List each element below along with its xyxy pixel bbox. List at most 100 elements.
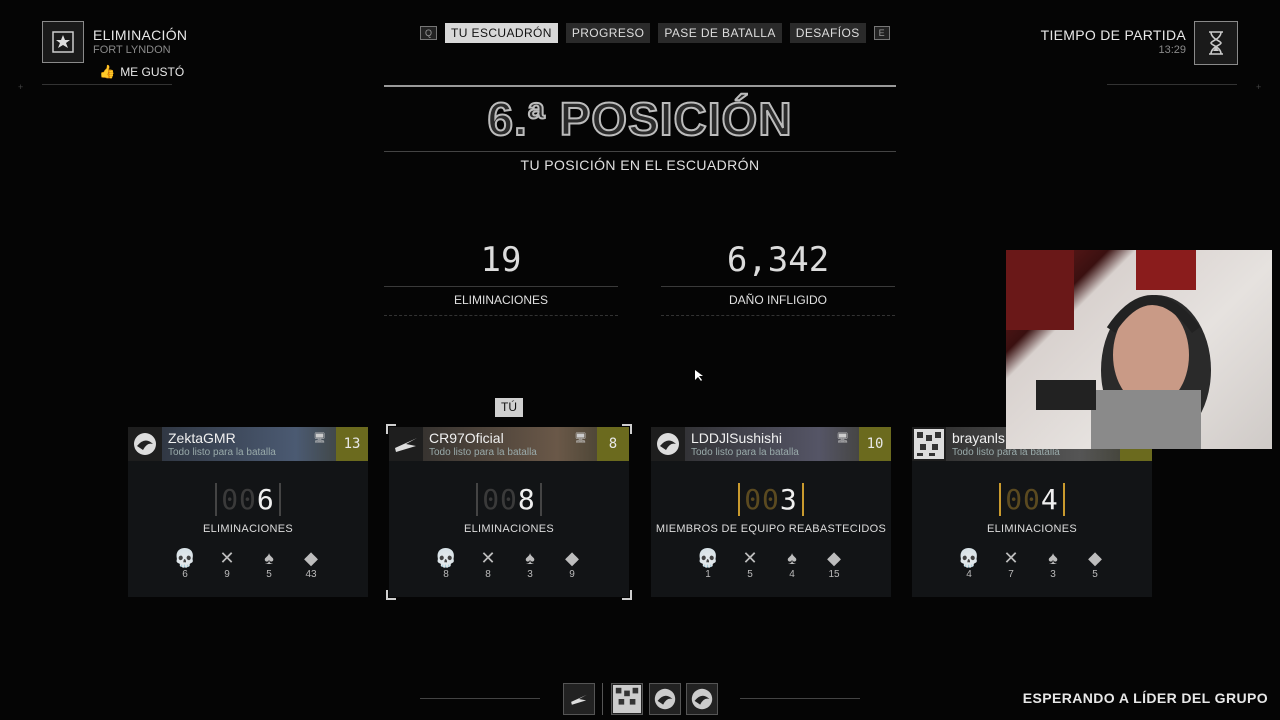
player-card-self[interactable]: CR97Oficial Todo listo para la batalla 🖥… [386,424,632,600]
mini-stat-value: 5 [1092,569,1098,580]
mini-stat-value: 7 [1008,569,1014,580]
player-status: Todo listo para la batalla [168,447,276,458]
mini-stat-value: 5 [747,569,753,580]
player-card[interactable]: brayanls Todo listo para la batalla 004 … [912,427,1152,597]
corner-mark: + [1256,82,1262,92]
resupply-icon: ♠ [264,548,274,568]
hourglass-icon [1194,21,1238,65]
pc-platform-icon: 🖥 [574,433,587,444]
mini-stat-value: 8 [443,569,449,580]
like-label: ME GUSTÓ [120,65,185,79]
cross-icon: ✕ [742,548,758,568]
objective-icon: ◆ [304,548,318,568]
match-time-value: 13:29 [1158,44,1186,56]
mouse-cursor [695,369,703,387]
skull-icon: 💀 [173,548,197,568]
mini-stat-value: 4 [789,569,795,580]
tab-tu-escuadron[interactable]: TU ESCUADRÓN [445,23,558,43]
mini-stat-value: 9 [569,569,575,580]
mini-stat-value: 43 [305,569,317,580]
player-name: ZektaGMR [168,430,236,446]
divider [42,84,172,85]
squad-emblem-icon [611,683,643,715]
objective-icon: ◆ [1088,548,1102,568]
mini-stat-value: 3 [1050,569,1056,580]
score-counter: 006 [215,483,281,516]
player-name: brayanls [952,430,1005,446]
mini-stat-value: 5 [266,569,272,580]
squad-emblem-icon [563,683,595,715]
divider [740,698,860,699]
resupply-icon: ♠ [787,548,797,568]
stat-damage: 6,342 DAÑO INFLIGIDO [661,240,895,316]
player-card[interactable]: ZektaGMR Todo listo para la batalla 🖥 13… [128,427,368,597]
key-hint-e: E [873,26,890,40]
stat-label: ELIMINACIONES [384,287,618,316]
placement-banner: 6.ª POSICIÓN [384,85,896,152]
stat-eliminations: 19 ELIMINACIONES [384,240,618,316]
selection-corner [622,590,632,600]
match-time-label: TIEMPO DE PARTIDA [1040,27,1186,43]
score-value: 3 [779,483,798,516]
squad-emblem-icon [686,683,718,715]
squad-emblem-icon [649,683,681,715]
waiting-status: ESPERANDO A LÍDER DEL GRUPO [1022,690,1268,706]
map-name: FORT LYNDON [93,44,171,56]
corner-mark: + [18,82,24,92]
stat-value: 19 [384,240,618,287]
placement-title: 6.ª POSICIÓN [486,92,793,146]
like-button[interactable]: 👍 ME GUSTÓ [99,64,184,80]
mini-stat-value: 15 [828,569,840,580]
resupply-icon: ♠ [1048,548,1058,568]
mini-stat-value: 3 [527,569,533,580]
score-padding: 00 [744,483,780,516]
thumbs-up-icon: 👍 [99,64,116,79]
selection-corner [386,590,396,600]
tab-progreso[interactable]: PROGRESO [565,23,651,43]
skull-icon: 💀 [696,548,720,568]
skull-icon: 💀 [957,548,981,568]
divider [602,683,603,715]
score-value: 8 [517,483,536,516]
score-label: ELIMINACIONES [202,523,294,535]
divider [420,698,540,699]
pc-platform-icon: 🖥 [313,433,326,444]
score-value: 4 [1040,483,1059,516]
player-status: Todo listo para la batalla [691,447,799,458]
selection-corner [386,424,396,434]
mini-stat-value: 8 [485,569,491,580]
webcam-overlay [1006,250,1272,449]
tab-bar: Q TU ESCUADRÓN PROGRESO PASE DE BATALLA … [420,23,890,43]
cross-icon: ✕ [480,548,496,568]
you-tag: TÚ [495,398,523,417]
tab-desafios[interactable]: DESAFÍOS [789,23,866,43]
cross-icon: ✕ [1003,548,1019,568]
tab-pase-de-batalla[interactable]: PASE DE BATALLA [658,23,782,43]
mini-stat-value: 6 [182,569,188,580]
rank-badge: 10 [859,427,891,461]
skull-icon: 💀 [434,548,458,568]
player-emblem-icon [651,427,685,461]
rank-badge: 13 [336,427,368,461]
objective-icon: ◆ [827,548,841,568]
placement-subtitle: TU POSICIÓN EN EL ESCUADRÓN [520,157,760,173]
player-card[interactable]: LDDJlSushishi Todo listo para la batalla… [651,427,891,597]
player-status: Todo listo para la batalla [429,447,537,458]
player-emblem-icon [128,427,162,461]
player-emblem-icon [912,427,946,461]
score-padding: 00 [1005,483,1041,516]
stat-label: DAÑO INFLIGIDO [661,287,895,316]
player-name: LDDJlSushishi [691,430,783,446]
mini-stat-value: 1 [705,569,711,580]
score-label: MIEMBROS DE EQUIPO REABASTECIDOS [655,523,887,535]
player-name: CR97Oficial [429,430,504,446]
score-counter: 008 [476,483,542,516]
score-padding: 00 [482,483,518,516]
pc-platform-icon: 🖥 [836,433,849,444]
score-label: ELIMINACIONES [463,523,555,535]
selection-corner [622,424,632,434]
cross-icon: ✕ [219,548,235,568]
score-value: 6 [256,483,275,516]
objective-icon: ◆ [565,548,579,568]
divider [1107,84,1237,85]
